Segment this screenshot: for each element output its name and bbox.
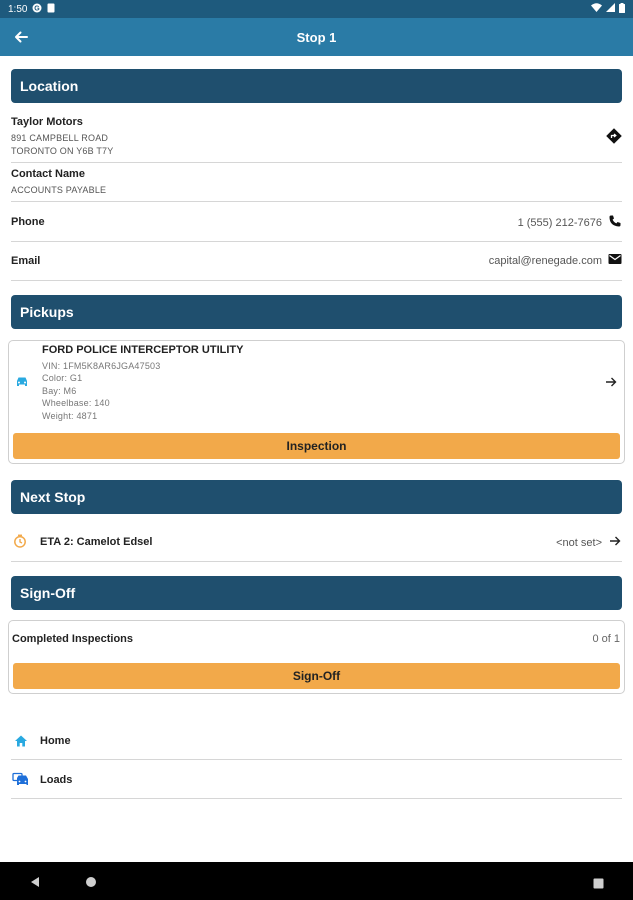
location-header: Location <box>11 69 622 103</box>
nav-item-loads[interactable]: Loads <box>11 761 622 799</box>
phone-label: Phone <box>11 216 45 228</box>
location-address-row[interactable]: Taylor Motors 891 CAMPBELL ROAD TORONTO … <box>11 112 622 163</box>
email-label: Email <box>11 255 41 267</box>
pickup-card: FORD POLICE INTERCEPTOR UTILITY VIN: 1FM… <box>8 340 625 464</box>
vehicle-bay: Bay: M6 <box>42 386 77 396</box>
next-stop-label: ETA 2: Camelot Edsel <box>40 536 153 548</box>
address-line-2: TORONTO ON Y6B T7Y <box>11 146 114 156</box>
email-value[interactable]: capital@renegade.com <box>489 255 602 267</box>
chevron-right-icon[interactable] <box>604 375 618 394</box>
battery-icon <box>619 2 625 16</box>
status-bar: 1:50 G <box>0 0 633 18</box>
svg-text:G: G <box>35 5 41 12</box>
inspection-button[interactable]: Inspection <box>13 433 620 459</box>
system-back-icon[interactable] <box>29 875 41 893</box>
wifi-icon <box>591 3 602 15</box>
home-icon <box>11 731 31 751</box>
completed-inspections-value: 0 of 1 <box>592 633 620 645</box>
system-home-icon[interactable] <box>85 875 97 893</box>
status-time: 1:50 <box>8 3 28 15</box>
next-stop-value: <not set> <box>556 536 602 549</box>
phone-icon[interactable] <box>608 214 622 231</box>
pickup-item[interactable]: FORD POLICE INTERCEPTOR UTILITY VIN: 1FM… <box>9 341 624 429</box>
nav-item-home[interactable]: Home <box>11 722 622 760</box>
vehicle-weight: Weight: 4871 <box>42 411 98 421</box>
phone-row[interactable]: Phone 1 (555) 212-7676 <box>11 202 622 242</box>
car-icon <box>15 375 29 394</box>
contact-row: Contact Name ACCOUNTS PAYABLE <box>11 163 622 202</box>
signal-icon <box>606 3 615 15</box>
signoff-button[interactable]: Sign-Off <box>13 663 620 689</box>
system-recents-icon[interactable] <box>593 876 604 894</box>
email-row[interactable]: Email capital@renegade.com <box>11 242 622 281</box>
timer-icon <box>13 534 27 553</box>
mail-icon[interactable] <box>608 253 622 268</box>
truck-icon <box>11 770 31 790</box>
address-line-1: 891 CAMPBELL ROAD <box>11 133 109 143</box>
page-title: Stop 1 <box>296 29 337 45</box>
directions-icon[interactable] <box>606 128 622 149</box>
vehicle-vin: VIN: 1FM5K8AR6JGA47503 <box>42 361 161 371</box>
pickups-header: Pickups <box>11 295 622 329</box>
vehicle-title: FORD POLICE INTERCEPTOR UTILITY <box>42 344 244 356</box>
contact-label: Contact Name <box>11 168 85 180</box>
system-navigation-bar <box>0 862 633 900</box>
back-arrow-icon[interactable] <box>11 27 31 47</box>
notification-icon <box>47 3 55 16</box>
app-bar: Stop 1 <box>0 18 633 56</box>
app-notification-icon: G <box>32 3 42 16</box>
phone-value[interactable]: 1 (555) 212-7676 <box>518 217 602 229</box>
next-stop-header: Next Stop <box>11 480 622 514</box>
next-stop-row[interactable]: ETA 2: Camelot Edsel <not set> <box>11 522 622 562</box>
contact-value: ACCOUNTS PAYABLE <box>11 185 107 195</box>
completed-inspections-label: Completed Inspections <box>12 633 134 645</box>
nav-loads-label: Loads <box>40 773 73 786</box>
company-name: Taylor Motors <box>11 116 83 128</box>
nav-home-label: Home <box>40 734 71 747</box>
vehicle-wheelbase: Wheelbase: 140 <box>42 398 110 408</box>
signoff-card: Completed Inspections 0 of 1 Sign-Off <box>8 620 625 694</box>
vehicle-color: Color: G1 <box>42 373 83 383</box>
arrow-right-icon[interactable] <box>608 534 622 551</box>
signoff-header: Sign-Off <box>11 576 622 610</box>
